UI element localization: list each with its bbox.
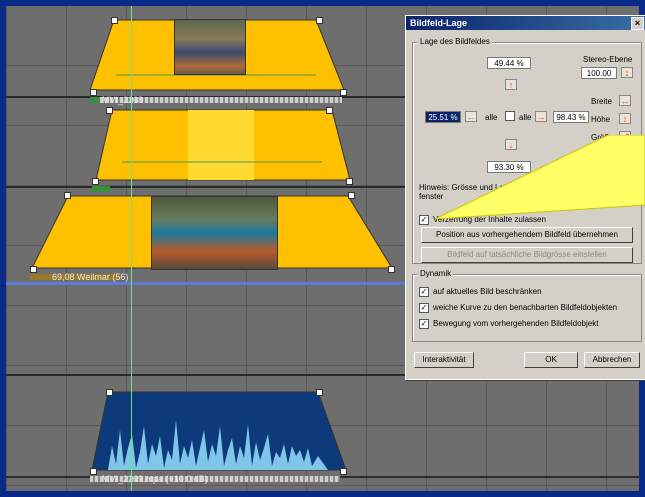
ok-button[interactable]: OK: [524, 352, 578, 368]
cancel-button[interactable]: Abbrechen: [584, 352, 640, 368]
audio-waveform[interactable]: [88, 386, 358, 474]
dyn-opt3-checkbox[interactable]: ✓ Bewegung vom vorhergehenden Bildfeldobj…: [419, 319, 598, 329]
clip1-tag: [90, 97, 100, 103]
left-value-field[interactable]: 25.51 %: [425, 111, 461, 123]
stereo-label: Stereo-Ebene: [583, 55, 633, 64]
width-icon[interactable]: ↔: [619, 95, 631, 106]
callout-pointer: [434, 135, 645, 220]
clip3-label: 69,08 Weilmar (56): [52, 272, 129, 282]
dyn-opt1-label: auf aktuelles Bild beschränken: [433, 287, 542, 297]
arrow-right-icon[interactable]: →: [535, 111, 547, 122]
close-icon[interactable]: ×: [631, 17, 644, 30]
stereo-value-field[interactable]: 100.00: [581, 67, 617, 79]
position-group-label: Lage des Bildfeldes: [418, 37, 492, 46]
center-right-label: alle: [519, 113, 532, 122]
keyframe-handle[interactable]: [340, 89, 347, 96]
dialog-titlebar[interactable]: Bildfeld-Lage ×: [406, 16, 645, 30]
dyn-opt2-label: weiche Kurve zu den benachbarten Bildfel…: [433, 303, 618, 313]
keyframe-handle[interactable]: [340, 468, 347, 475]
keyframe-handle[interactable]: [388, 266, 395, 273]
dynamics-group: Dynamik ✓ auf aktuelles Bild beschränken …: [412, 269, 642, 342]
height-label: Höhe: [591, 115, 611, 124]
keyframe-handle[interactable]: [106, 389, 113, 396]
keyframe-handle[interactable]: [316, 389, 323, 396]
dyn-opt3-label: Bewegung vom vorhergehenden Bildfeldobje…: [433, 319, 599, 329]
clip3-thumbnail: [151, 196, 278, 270]
keyframe-handle[interactable]: [106, 107, 113, 114]
arrow-up-icon[interactable]: ↑: [505, 79, 517, 90]
dyn-opt2-checkbox[interactable]: ✓ weiche Kurve zu den benachbarten Bildfe…: [419, 303, 617, 313]
dialog-title: Bildfeld-Lage: [410, 18, 468, 28]
keyframe-handle[interactable]: [316, 17, 323, 24]
keyframe-handle[interactable]: [111, 17, 118, 24]
keyframe-handle[interactable]: [90, 468, 97, 475]
clip1-label: MVI_2268: [102, 95, 144, 105]
keyframe-handle[interactable]: [346, 178, 353, 185]
width-label: Breite: [591, 97, 612, 106]
playhead-cursor[interactable]: [131, 6, 132, 491]
keyframe-handle[interactable]: [326, 107, 333, 114]
right-value-field[interactable]: 98.43 %: [553, 111, 589, 123]
interactivity-button[interactable]: Interaktivität: [414, 352, 474, 368]
stereo-arrow-icon[interactable]: ↕: [621, 67, 633, 78]
keyframe-handle[interactable]: [92, 178, 99, 185]
center-left-label: alle: [485, 113, 498, 122]
actual-size-button[interactable]: Bildfeld auf tatsächliche Bildgrösse ein…: [421, 247, 633, 263]
dyn-opt1-checkbox[interactable]: ✓ auf aktuelles Bild beschränken: [419, 287, 542, 297]
clip1-thumbnail: [174, 19, 246, 75]
top-value-field[interactable]: 49.44 %: [487, 57, 531, 69]
keyframe-handle[interactable]: [90, 89, 97, 96]
height-icon[interactable]: ↕: [619, 113, 631, 124]
keyframe-handle[interactable]: [348, 192, 355, 199]
dynamics-group-label: Dynamik: [418, 269, 454, 278]
keyframe-handle[interactable]: [64, 192, 71, 199]
arrow-left-icon[interactable]: ←: [465, 111, 477, 122]
center-checkbox[interactable]: [505, 111, 515, 121]
keyframe-handle[interactable]: [30, 266, 37, 273]
audio-label: MVI_2269.mpa (+10.0 dB): [102, 474, 208, 484]
prev-position-button[interactable]: Position aus vorhergehendem Bildfeld übe…: [421, 227, 633, 243]
